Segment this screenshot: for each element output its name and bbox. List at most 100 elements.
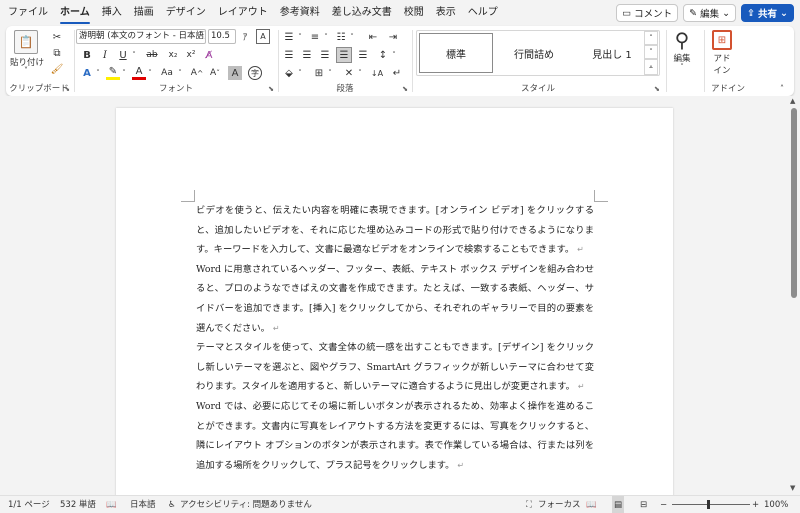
- chevron-down-icon[interactable]: ˅: [296, 66, 304, 80]
- styles-scroll-up-icon[interactable]: ˄: [644, 31, 658, 45]
- zoom-out-icon[interactable]: −: [660, 496, 667, 513]
- dialog-launcher-icon[interactable]: ⬊: [268, 85, 274, 93]
- tab-design[interactable]: デザイン: [160, 0, 212, 26]
- scroll-up-icon[interactable]: ▲: [790, 97, 795, 105]
- justify-icon[interactable]: ☰: [336, 47, 352, 63]
- document-paragraph[interactable]: ビデオを使うと、伝えたい内容を明確に表現できます。[オンライン ビデオ] をクリ…: [196, 201, 594, 260]
- read-mode-icon[interactable]: 📖: [586, 496, 597, 513]
- chevron-down-icon[interactable]: ˅: [176, 66, 184, 80]
- find-search-icon[interactable]: ⚲: [668, 28, 696, 52]
- chevron-down-icon[interactable]: ˅: [130, 48, 138, 62]
- format-painter-icon[interactable]: 🖌: [50, 62, 64, 76]
- zoom-slider[interactable]: [672, 504, 750, 505]
- multilevel-list-icon[interactable]: ☷: [334, 30, 348, 44]
- asian-layout-icon[interactable]: ✕: [342, 66, 356, 80]
- grow-font-icon[interactable]: A ^: [190, 66, 204, 80]
- web-layout-icon[interactable]: ⊟: [640, 496, 647, 513]
- chevron-down-icon[interactable]: ˅: [94, 66, 102, 80]
- addins-label-2[interactable]: イン: [708, 64, 736, 76]
- paste-icon[interactable]: 📋: [14, 30, 38, 54]
- zoom-slider-knob[interactable]: [707, 500, 710, 509]
- char-border-icon[interactable]: A: [256, 29, 270, 44]
- document-page[interactable]: ビデオを使うと、伝えたい内容を明確に表現できます。[オンライン ビデオ] をクリ…: [116, 108, 673, 495]
- cut-icon[interactable]: ✂: [50, 30, 64, 44]
- tab-draw[interactable]: 描画: [128, 0, 160, 26]
- styles-scroll-down-icon[interactable]: ˅: [644, 45, 658, 59]
- proofing-icon[interactable]: 📖: [106, 496, 117, 513]
- italic-button[interactable]: I: [98, 48, 112, 62]
- comment-button[interactable]: ▭ コメント: [616, 4, 679, 22]
- tab-insert[interactable]: 挿入: [96, 0, 128, 26]
- vertical-scrollbar[interactable]: ▲ ▼: [788, 96, 800, 495]
- addins-icon[interactable]: ⊞: [712, 30, 732, 50]
- style-no-spacing[interactable]: 行間詰め: [497, 33, 571, 73]
- enclosed-char-icon[interactable]: 字: [248, 66, 262, 80]
- distributed-icon[interactable]: ☰: [356, 48, 370, 62]
- zoom-in-icon[interactable]: +: [752, 496, 759, 513]
- page-count[interactable]: 1/1 ページ: [8, 496, 50, 513]
- subscript-button[interactable]: x₂: [166, 48, 180, 62]
- chevron-down-icon[interactable]: ˅: [348, 30, 356, 44]
- document-paragraph[interactable]: テーマとスタイルを使って、文書全体の統一感を出すこともできます。[デザイン] を…: [196, 338, 594, 397]
- chevron-down-icon[interactable]: ˅: [22, 66, 30, 75]
- scroll-down-icon[interactable]: ▼: [790, 484, 795, 492]
- align-center-icon[interactable]: ☰: [300, 48, 314, 62]
- highlight-icon[interactable]: ✎: [106, 66, 120, 80]
- increase-indent-icon[interactable]: ⇥: [386, 30, 400, 44]
- sort-icon[interactable]: ↓A: [370, 66, 384, 80]
- accessibility-icon[interactable]: ♿: [168, 496, 176, 513]
- bullets-icon[interactable]: ☰: [282, 30, 296, 44]
- focus-icon[interactable]: ⛶: [526, 496, 532, 513]
- shrink-font-icon[interactable]: Aˇ: [208, 66, 222, 80]
- copy-icon[interactable]: ⧉: [50, 46, 64, 60]
- furigana-icon[interactable]: ｱ: [238, 29, 252, 44]
- style-heading-1[interactable]: 見出し 1: [575, 33, 649, 73]
- align-right-icon[interactable]: ☰: [318, 48, 332, 62]
- chevron-down-icon[interactable]: ˅: [120, 66, 128, 80]
- document-paragraph[interactable]: Word に用意されているヘッダー、フッター、表紙、テキスト ボックス デザイン…: [196, 260, 594, 338]
- align-left-icon[interactable]: ☰: [282, 48, 296, 62]
- accessibility-status[interactable]: アクセシビリティ: 問題ありません: [180, 496, 312, 513]
- dialog-launcher-icon[interactable]: ⬊: [402, 85, 408, 93]
- bold-button[interactable]: B: [80, 48, 94, 62]
- chevron-down-icon[interactable]: ˅: [390, 48, 398, 62]
- tab-home[interactable]: ホーム: [54, 0, 96, 26]
- chevron-down-icon[interactable]: ˅: [356, 66, 364, 80]
- shading-icon[interactable]: ⬙: [282, 66, 296, 80]
- show-marks-icon[interactable]: ↵: [390, 66, 404, 80]
- style-normal[interactable]: 標準: [419, 33, 493, 73]
- addins-label-1[interactable]: アド: [708, 52, 736, 64]
- chevron-down-icon[interactable]: ˅: [678, 63, 686, 71]
- zoom-level[interactable]: 100%: [764, 496, 788, 513]
- word-count[interactable]: 532 単語: [60, 496, 96, 513]
- scrollbar-thumb[interactable]: [791, 108, 797, 298]
- underline-button[interactable]: U: [116, 48, 130, 62]
- char-shading-icon[interactable]: A: [228, 66, 242, 80]
- document-paragraph[interactable]: Word では、必要に応じてその場に新しいボタンが表示されるため、効率よく操作を…: [196, 397, 594, 475]
- chevron-down-icon[interactable]: ˅: [296, 30, 304, 44]
- share-button[interactable]: ⇪ 共有 ⌄: [741, 4, 794, 22]
- focus-button[interactable]: フォーカス: [538, 496, 581, 513]
- document-body[interactable]: ビデオを使うと、伝えたい内容を明確に表現できます。[オンライン ビデオ] をクリ…: [196, 201, 594, 475]
- tab-review[interactable]: 校閲: [398, 0, 430, 26]
- decrease-indent-icon[interactable]: ⇤: [366, 30, 380, 44]
- styles-more-icon[interactable]: ⩡: [644, 59, 658, 75]
- edit-mode-button[interactable]: ✎ 編集 ⌄: [683, 4, 737, 22]
- font-size-select[interactable]: 10.5: [208, 29, 236, 44]
- tab-layout[interactable]: レイアウト: [212, 0, 274, 26]
- strikethrough-button[interactable]: ab: [144, 48, 160, 62]
- borders-icon[interactable]: ⊞: [312, 66, 326, 80]
- text-effects-icon[interactable]: A: [80, 66, 94, 80]
- line-spacing-icon[interactable]: ↕: [376, 48, 390, 62]
- font-name-select[interactable]: 游明朝 (本文のフォント - 日本語): [76, 29, 206, 44]
- print-layout-icon[interactable]: ▤: [612, 496, 625, 513]
- tab-help[interactable]: ヘルプ: [462, 0, 504, 26]
- dialog-launcher-icon[interactable]: ⬊: [654, 85, 660, 93]
- tab-mailings[interactable]: 差し込み文書: [326, 0, 398, 26]
- language-indicator[interactable]: 日本語: [130, 496, 156, 513]
- tab-view[interactable]: 表示: [430, 0, 462, 26]
- collapse-ribbon-icon[interactable]: ˄: [776, 82, 788, 94]
- change-case-button[interactable]: Aa: [158, 66, 176, 80]
- superscript-button[interactable]: x²: [184, 48, 198, 62]
- tab-references[interactable]: 参考資料: [274, 0, 326, 26]
